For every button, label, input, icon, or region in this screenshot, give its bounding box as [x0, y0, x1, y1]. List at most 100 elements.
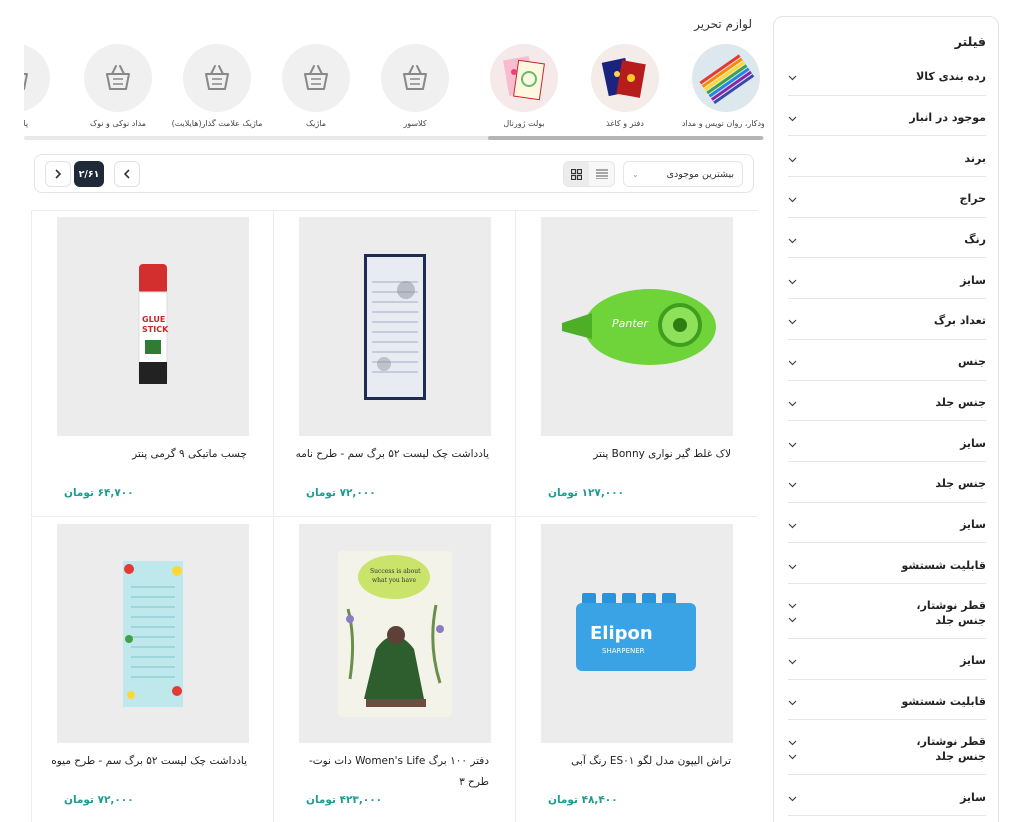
sort-select[interactable]: بیشترین موجودی ⌄ [623, 161, 743, 187]
pens-image [692, 44, 760, 112]
category-item[interactable]: ماژیک [266, 42, 366, 128]
chevron-down-icon [788, 700, 797, 709]
filter-label: سایز [960, 436, 986, 451]
product-image: Success is about what you have [299, 524, 491, 743]
filter-row[interactable]: جنس [788, 340, 986, 381]
filter-label: موجود در انبار [909, 110, 986, 125]
chevron-down-icon [788, 796, 797, 805]
filter-sidebar: فیلتر رده بندی کالا موجود در انبار برند حرا… [773, 16, 999, 822]
chevron-right-icon [55, 169, 62, 179]
product-title[interactable]: لاک غلط گیر نواری Bonny پنتر [531, 444, 731, 465]
filter-label: قابلیت شستشو [901, 558, 986, 573]
chevron-down-icon [788, 75, 797, 84]
product-card[interactable]: GLUE STICK چسب ماتیکی ۹ گرمی پنتر ۶۴,۷۰۰… [31, 211, 273, 517]
svg-text:GLUE: GLUE [142, 315, 165, 324]
chevron-down-icon [788, 740, 797, 749]
filter-label: سایز [960, 273, 986, 288]
product-card[interactable]: Elipon SHARPENER تراش الیپون مدل لگو ES۰… [515, 518, 757, 822]
category-item[interactable]: پاک کن [24, 42, 66, 128]
filter-row[interactable]: برند [788, 136, 986, 178]
filter-label-text: جنس جلد [935, 750, 986, 764]
filter-row[interactable]: سایز [788, 639, 986, 680]
product-price: ۴۸,۴۰۰ تومان [548, 794, 618, 806]
chevron-down-icon [788, 659, 797, 668]
filter-row[interactable]: سایز [788, 775, 986, 816]
chevron-down-icon [788, 157, 797, 166]
filter-row[interactable]: جنس جلد [788, 462, 986, 503]
basket-icon [84, 44, 152, 112]
carousel-scroll-thumb[interactable] [488, 136, 763, 140]
journal-image [490, 44, 558, 112]
chevron-stack [788, 740, 797, 763]
product-price: ۶۴,۷۰۰ تومان [64, 487, 134, 499]
filter-label-text: سایز [960, 654, 986, 668]
category-item[interactable]: بولت ژورنال [474, 42, 574, 128]
filter-row[interactable]: سایز [788, 258, 986, 300]
filter-label-text: تعداد برگ [933, 314, 986, 328]
product-card[interactable]: یادداشت چک لیست ۵۲ برگ سم - طرح نامه ۷۲,… [273, 211, 515, 517]
filter-row[interactable]: قابلیت شستشو [788, 543, 986, 584]
page-indicator: ۲/۶۱ [74, 161, 104, 187]
filter-label-text: جنس [958, 355, 986, 369]
filter-row[interactable]: رده بندی کالا [788, 55, 986, 96]
filter-label-text: قابلیت شستشو [901, 558, 986, 572]
grid-view-button[interactable] [564, 162, 589, 186]
filter-label: تعداد برگ [934, 313, 986, 328]
product-title[interactable]: چسب ماتیکی ۹ گرمی پنتر [47, 444, 247, 465]
chevron-left-icon [123, 169, 130, 179]
filter-label: قابلیت شستشو [901, 694, 986, 709]
product-card[interactable]: Success is about what you have دفتر ۱۰۰ … [273, 518, 515, 822]
filter-label-text: جنس جلد [935, 477, 986, 491]
filter-label-text: سایز [960, 273, 986, 287]
filter-label: قطر نوشتار، جنس جلد [916, 598, 986, 628]
category-item[interactable]: کلاسور [365, 42, 465, 128]
product-title[interactable]: یادداشت چک لیست ۵۲ برگ سم - طرح میوه [47, 751, 247, 772]
product-card[interactable]: Panter لاک غلط گیر نواری Bonny پنتر ۱۲۷,… [515, 211, 757, 517]
filter-row[interactable]: قطر نوشتار، جنس جلد [788, 720, 986, 776]
filter-row[interactable]: جنس جلد [788, 381, 986, 422]
filter-row[interactable]: موجود در انبار [788, 96, 986, 137]
category-label: مداد نوکی و نوک [89, 119, 147, 128]
category-item[interactable]: خودکار، روان نویس و مداد [676, 42, 764, 128]
next-page-button[interactable] [45, 161, 71, 187]
chevron-down-icon [788, 442, 797, 451]
filter-label-text: سایز [960, 790, 986, 804]
filter-row[interactable]: سایز [788, 503, 986, 544]
view-toggle [563, 161, 615, 187]
product-title[interactable]: دفتر ۱۰۰ برگ Women's Life دات نوت- طرح ۳ [289, 751, 489, 793]
category-carousel: خودکار، روان نویس و مداد دفتر و کاغذ بول… [24, 42, 764, 142]
filter-label-text: جنس جلد [935, 613, 986, 627]
filter-row[interactable]: رنگ [788, 218, 986, 259]
category-item[interactable]: مداد نوکی و نوک [68, 42, 168, 128]
category-label: ماژیک علامت گذار(هایلایت) [171, 119, 263, 128]
chevron-down-icon [788, 279, 797, 288]
filter-label-text: رده بندی کالا [916, 70, 986, 84]
filter-row[interactable]: قطر نوشتار، جنس جلد [788, 584, 986, 639]
notebooks-image [591, 44, 659, 112]
filter-row[interactable]: سایز [788, 421, 986, 462]
product-image [57, 524, 249, 743]
list-view-button[interactable] [589, 162, 614, 186]
filter-label: سایز [960, 517, 986, 532]
chevron-down-icon [788, 360, 797, 369]
filter-label-text: سایز [960, 436, 986, 450]
filter-label-text: سایز [960, 517, 986, 531]
filter-row[interactable]: حراج [788, 177, 986, 218]
filter-row[interactable]: تعداد برگ [788, 299, 986, 340]
product-title[interactable]: یادداشت چک لیست ۵۲ برگ سم - طرح نامه [289, 444, 489, 465]
filter-label: جنس [958, 354, 986, 369]
product-image [299, 217, 491, 436]
chevron-down-icon [788, 482, 797, 491]
product-card[interactable]: یادداشت چک لیست ۵۲ برگ سم - طرح میوه ۷۲,… [31, 518, 273, 822]
pagination: ۲/۶۱ [45, 161, 140, 187]
chevron-down-icon: ⌄ [632, 169, 639, 179]
filter-label-text: قابلیت شستشو [901, 694, 986, 708]
filter-row[interactable]: قابلیت شستشو [788, 680, 986, 721]
chevron-stack [788, 603, 797, 626]
product-title[interactable]: تراش الیپون مدل لگو ES۰۱ رنگ آبی [531, 751, 731, 772]
product-price: ۷۲,۰۰۰ تومان [306, 487, 376, 499]
category-item[interactable]: دفتر و کاغذ [575, 42, 675, 128]
category-item[interactable]: ماژیک علامت گذار(هایلایت) [167, 42, 267, 128]
svg-text:Panter: Panter [612, 317, 649, 330]
prev-page-button[interactable] [114, 161, 140, 187]
